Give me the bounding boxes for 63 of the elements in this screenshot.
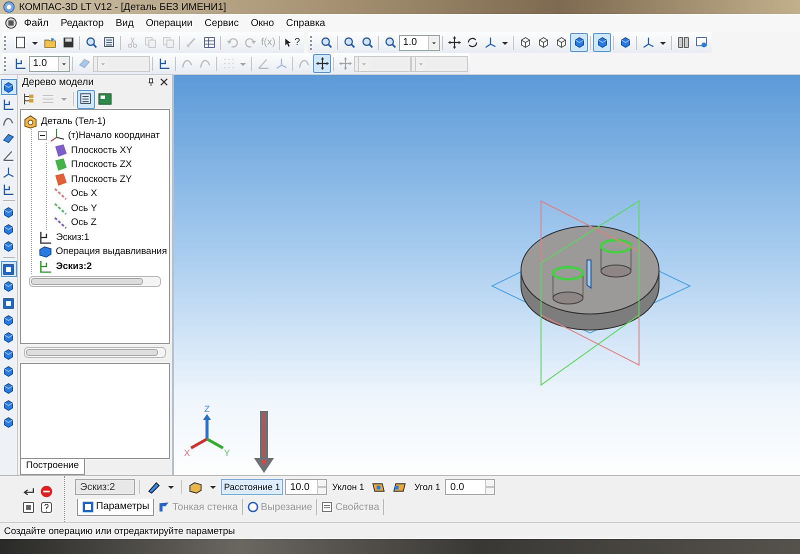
flag-icon: [158, 501, 170, 513]
close-icon[interactable]: [160, 78, 168, 86]
tree-item[interactable]: Плоскость ZY: [71, 174, 132, 185]
part-icon: [23, 114, 38, 129]
angle-field[interactable]: 0.0: [445, 479, 496, 495]
menu-item[interactable]: Сервис: [198, 18, 245, 28]
distance-label[interactable]: Расстояние 1: [221, 479, 284, 495]
axis-label: X: [184, 448, 190, 458]
down-arrow: [254, 411, 274, 473]
panel-title: Дерево модели: [22, 76, 95, 88]
status-text: Создайте операцию или отредактируйте параметры: [4, 526, 235, 536]
help-icon[interactable]: [40, 500, 53, 514]
menu-item[interactable]: Окно: [244, 18, 280, 28]
tree-item[interactable]: Ось Z: [71, 217, 97, 228]
cube-icon[interactable]: [0, 79, 16, 95]
extrude-icon: [38, 244, 53, 260]
square-icon[interactable]: [0, 261, 16, 277]
angle-label[interactable]: Угол 1: [411, 479, 444, 495]
settings-icon[interactable]: [22, 500, 35, 514]
tree-item[interactable]: (т)Начало координат: [68, 130, 160, 142]
page-icon[interactable]: [77, 90, 95, 108]
cross-icon[interactable]: [313, 54, 331, 73]
menu-item[interactable]: Редактор: [54, 18, 110, 28]
menu-item[interactable]: Вид: [110, 18, 140, 28]
origin-icon: [50, 128, 65, 144]
tree-item[interactable]: Деталь (Тел-1): [41, 116, 106, 127]
tree-item[interactable]: Ось Y: [71, 202, 98, 214]
tree-item[interactable]: Эскиз:2: [56, 260, 92, 272]
scale-field[interactable]: 1.0: [399, 34, 440, 50]
tree-item[interactable]: Операция выдавливания: [56, 246, 167, 258]
tree-item[interactable]: Плоскость ZX: [71, 159, 132, 170]
tree-item[interactable]: Эскиз:1: [56, 232, 90, 243]
circle-icon: [246, 501, 259, 513]
stop-icon[interactable]: [40, 484, 53, 498]
menu-item[interactable]: Операции: [140, 18, 199, 28]
horizontal-scrollbar[interactable]: [29, 276, 161, 286]
axis-label: Z: [204, 404, 210, 414]
cube-icon[interactable]: [593, 33, 612, 52]
menu-item[interactable]: Файл: [18, 18, 55, 28]
help-button[interactable]: ?: [282, 34, 302, 51]
scale-field[interactable]: 1.0: [29, 56, 70, 72]
horizontal-scrollbar[interactable]: [24, 347, 166, 358]
draft-label[interactable]: Уклон 1: [329, 479, 368, 495]
sketch-icon: [38, 230, 53, 245]
distance-field[interactable]: 10.0: [285, 479, 328, 495]
window-title: КОМПАС-3D LT V12 - [Деталь БЕЗ ИМЕНИ1]: [19, 2, 226, 12]
pin-icon[interactable]: [147, 78, 155, 86]
menu-item[interactable]: Справка: [280, 18, 332, 28]
sheet-icon: [321, 501, 334, 513]
panel-tab[interactable]: Построение: [20, 459, 85, 475]
cube-icon[interactable]: [570, 33, 588, 52]
caret-icon[interactable]: [167, 483, 175, 491]
axis-label: Y: [224, 448, 230, 458]
object-field[interactable]: Эскиз:2: [75, 479, 135, 495]
tree-item[interactable]: Ось X: [71, 188, 98, 200]
tree-item[interactable]: Плоскость XY: [71, 144, 132, 156]
square-icon: [82, 500, 94, 512]
panel-tab[interactable]: Параметры: [77, 498, 154, 516]
caret-icon[interactable]: [209, 483, 217, 491]
square-icon[interactable]: [0, 295, 16, 311]
sketch-icon: [38, 258, 53, 274]
axis-triad-icon: [190, 414, 224, 450]
collapse-toggle[interactable]: [38, 131, 47, 140]
